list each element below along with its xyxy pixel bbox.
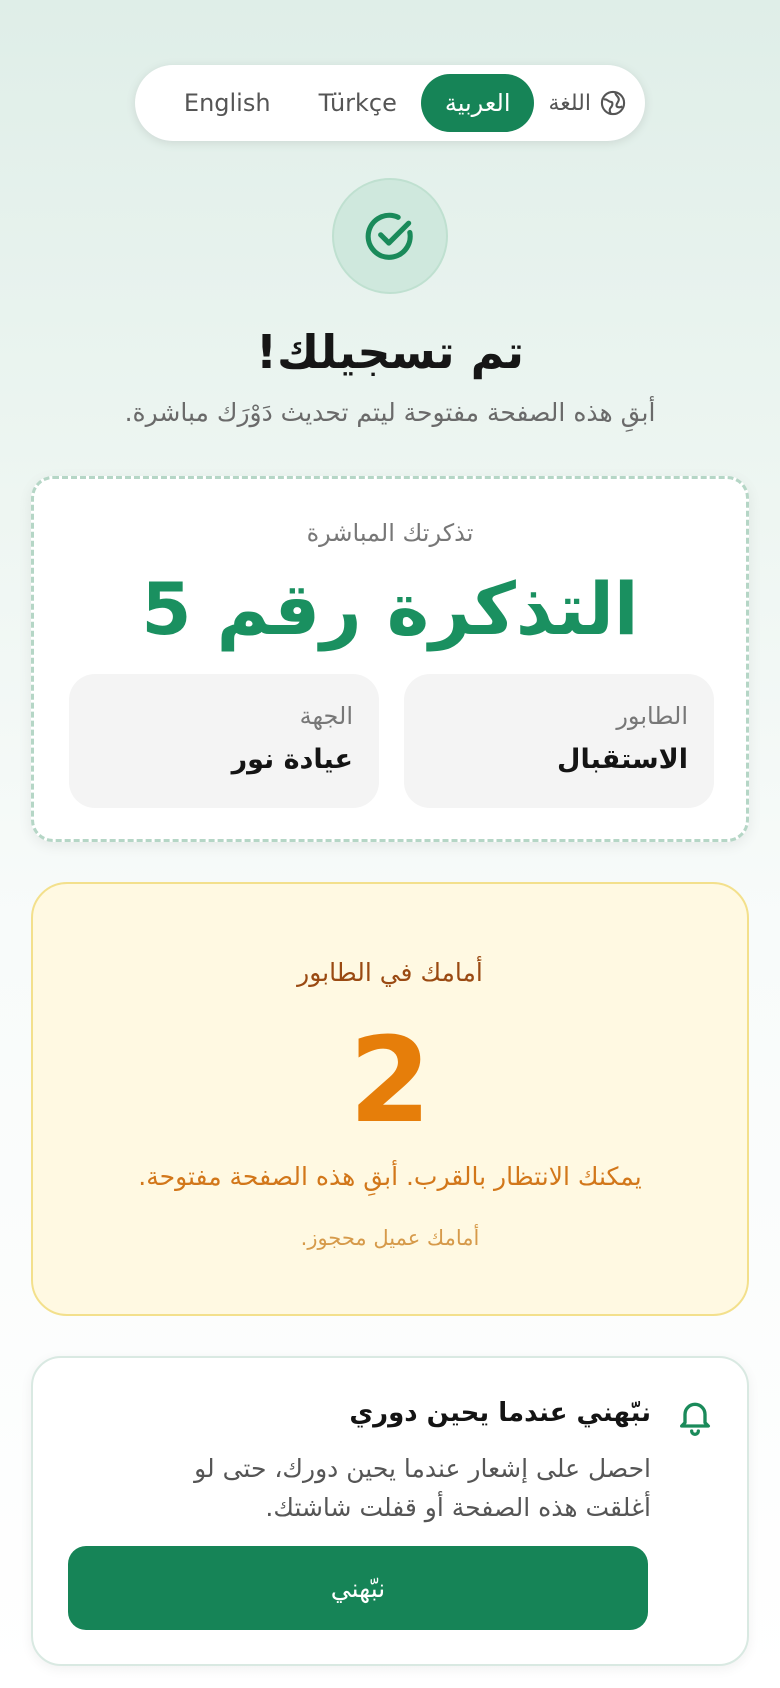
page-title: تم تسجيلك! [256,325,524,379]
ahead-count: 2 [348,1011,432,1149]
language-option-english[interactable]: English [160,74,295,132]
check-circle-icon [365,212,413,260]
queue-info: الطابور الاستقبال [404,674,714,808]
language-option-arabic[interactable]: العربية [420,74,535,132]
bell-icon [680,1402,710,1436]
ahead-note: أمامك عميل محجوز. [300,1226,480,1250]
success-badge [332,178,448,294]
queue-label: الطابور [616,702,688,730]
ticket-card: تذكرتك المباشرة التذكرة رقم 5 الطابور ال… [31,476,749,842]
ahead-label: أمامك في الطابور [297,958,483,987]
queue-value: الاستقبال [557,744,688,775]
ticket-number: التذكرة رقم 5 [141,567,639,651]
language-switcher: اللغة العربية Türkçe English [135,65,645,141]
notify-description: احصل على إشعار عندما يحين دورك، حتى لو أ… [194,1454,651,1522]
language-option-turkish[interactable]: Türkçe [295,74,421,132]
page-subtitle: أبقِ هذه الصفحة مفتوحة ليتم تحديث دَوْرَ… [124,398,656,427]
ahead-hint: يمكنك الانتظار بالقرب. أبقِ هذه الصفحة م… [138,1162,642,1191]
language-label: اللغة [534,89,635,117]
globe-icon [600,90,626,116]
notify-card: نبّهني عندما يحين دوري احصل على إشعار عن… [31,1356,749,1666]
queue-position-card: أمامك في الطابور 2 يمكنك الانتظار بالقرب… [31,882,749,1316]
department-value: عيادة نور [231,744,353,775]
ticket-label: تذكرتك المباشرة [306,519,474,547]
notify-button[interactable]: نبّهني [68,1546,648,1630]
department-info: الجهة عيادة نور [69,674,379,808]
department-label: الجهة [299,702,353,730]
notify-title: نبّهني عندما يحين دوري [349,1398,651,1428]
